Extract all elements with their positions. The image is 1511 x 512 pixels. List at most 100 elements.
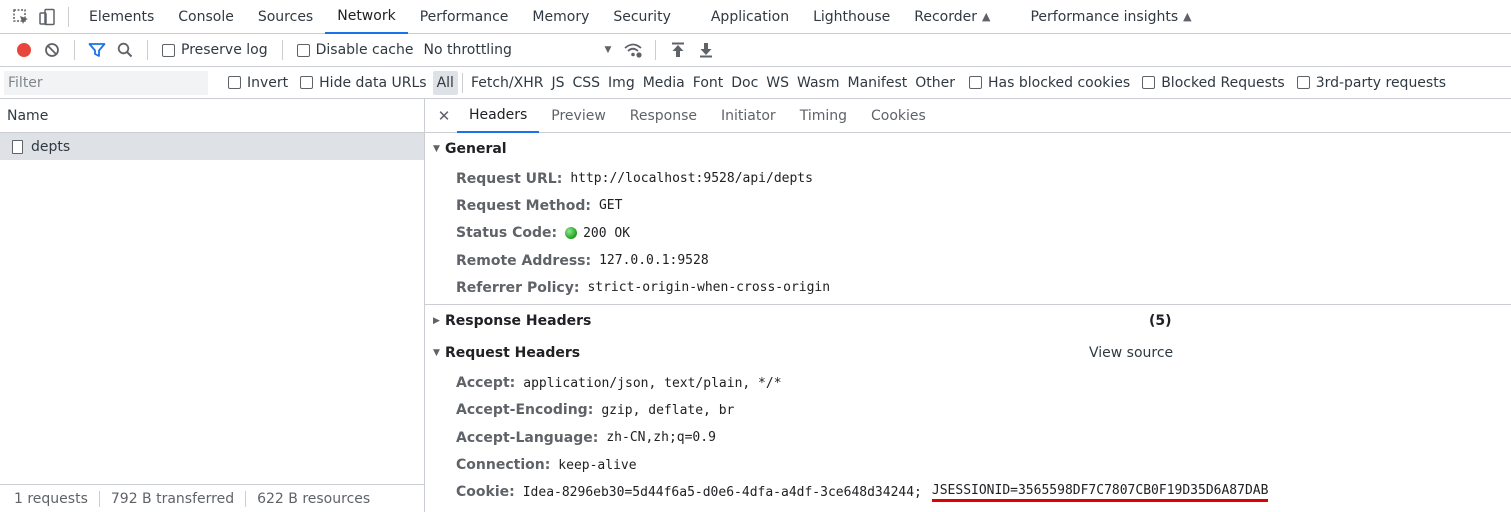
- third-party-requests-checkbox[interactable]: 3rd-party requests: [1296, 74, 1447, 91]
- detail-tab-bar: ✕ Headers Preview Response Initiator Tim…: [425, 99, 1511, 133]
- filter-icon[interactable]: [83, 36, 111, 64]
- checkbox-box: [296, 43, 310, 57]
- header-key: Status Code:: [456, 225, 558, 242]
- filter-type-css[interactable]: CSS: [568, 71, 604, 95]
- cookie-value: Idea-8296eb30=5d44f6a5-d0e6-4dfa-a4df-3c…: [522, 484, 922, 500]
- tab-timing[interactable]: Timing: [788, 99, 859, 133]
- search-icon[interactable]: [111, 36, 139, 64]
- status-separator: [98, 490, 100, 507]
- hide-data-urls-checkbox[interactable]: Hide data URLs: [300, 75, 427, 91]
- checkbox-box: [300, 76, 314, 89]
- tab-headers[interactable]: Headers: [457, 99, 540, 133]
- tab-performance[interactable]: Performance: [408, 0, 521, 34]
- filter-type-fetch-xhr[interactable]: Fetch/XHR: [467, 71, 548, 95]
- filter-input[interactable]: [4, 70, 208, 95]
- response-headers-section-header[interactable]: ▶ Response Headers (5): [425, 305, 1511, 337]
- tab-security[interactable]: Security: [601, 0, 683, 34]
- import-har-icon[interactable]: [664, 36, 692, 64]
- toolbar-separator: [281, 40, 283, 60]
- request-header-row: Connection: keep-alive: [425, 451, 1511, 478]
- header-value: keep-alive: [558, 457, 637, 473]
- tab-recorder[interactable]: Recorder ▲: [902, 0, 1002, 34]
- filter-type-wasm[interactable]: Wasm: [793, 71, 843, 95]
- triangle-down-icon: ▼: [433, 348, 440, 359]
- export-har-icon[interactable]: [692, 36, 720, 64]
- tab-elements[interactable]: Elements: [77, 0, 166, 34]
- toolbar-separator: [655, 40, 657, 60]
- general-row: Referrer Policy: strict-origin-when-cross…: [425, 274, 1511, 301]
- header-value: GET: [598, 198, 623, 214]
- tab-performance-insights-label: Performance insights: [1030, 8, 1179, 25]
- cookie-header-row: Cookie: Idea-8296eb30=5d44f6a5-d0e6-4dfa…: [425, 479, 1511, 506]
- chevron-down-icon: ▼: [604, 45, 612, 55]
- header-key: Accept-Encoding:: [456, 402, 594, 419]
- request-headers-title: Request Headers: [445, 345, 581, 362]
- response-headers-title: Response Headers: [445, 313, 592, 330]
- filter-type-media[interactable]: Media: [639, 71, 689, 95]
- request-header-row: Accept-Encoding: gzip, deflate, br: [425, 397, 1511, 424]
- request-headers-section-header[interactable]: ▼ Request Headers View source: [425, 337, 1511, 369]
- has-blocked-cookies-label: Has blocked cookies: [988, 74, 1131, 91]
- tab-recorder-label: Recorder: [914, 8, 978, 25]
- triangle-down-icon: ▼: [433, 144, 440, 154]
- checkbox-box: [162, 43, 175, 57]
- network-conditions-icon[interactable]: [619, 36, 647, 64]
- tab-response[interactable]: Response: [618, 99, 709, 133]
- resources-size: 622 B resources: [257, 490, 371, 507]
- checkbox-box: [228, 76, 241, 89]
- tab-performance-insights[interactable]: Performance insights ▲: [1018, 0, 1203, 34]
- name-column-header[interactable]: Name: [0, 99, 424, 133]
- tab-sources[interactable]: Sources: [246, 0, 325, 34]
- device-toolbar-icon[interactable]: [34, 0, 60, 34]
- general-title: General: [445, 141, 507, 157]
- status-ok-icon: [565, 227, 578, 240]
- filter-type-font[interactable]: Font: [689, 71, 727, 95]
- filter-type-img[interactable]: Img: [604, 71, 639, 95]
- preserve-log-label: Preserve log: [181, 42, 268, 58]
- close-icon[interactable]: ✕: [433, 99, 455, 133]
- tab-preview[interactable]: Preview: [539, 99, 618, 133]
- view-source-link[interactable]: View source: [1089, 345, 1173, 361]
- network-toolbar: Preserve log Disable cache No throttling…: [0, 34, 1511, 67]
- tab-lighthouse[interactable]: Lighthouse: [801, 0, 902, 34]
- filter-type-doc[interactable]: Doc: [727, 71, 762, 95]
- tab-initiator[interactable]: Initiator: [709, 99, 788, 133]
- third-party-requests-label: 3rd-party requests: [1315, 74, 1447, 91]
- request-row[interactable]: depts: [0, 133, 424, 160]
- header-key: Cookie:: [456, 484, 515, 501]
- filter-type-all[interactable]: All: [432, 70, 458, 95]
- header-value: 200 OK: [583, 225, 631, 241]
- blocked-requests-checkbox[interactable]: Blocked Requests: [1142, 75, 1285, 91]
- toolbar-separator: [74, 40, 75, 60]
- checkbox-box: [1142, 76, 1156, 89]
- filter-type-js[interactable]: JS: [547, 71, 568, 95]
- filter-type-manifest[interactable]: Manifest: [844, 71, 912, 95]
- inspect-element-icon[interactable]: [8, 0, 34, 34]
- disable-cache-checkbox[interactable]: Disable cache: [296, 42, 414, 58]
- disable-cache-label: Disable cache: [315, 42, 414, 58]
- tab-cookies[interactable]: Cookies: [859, 99, 938, 133]
- header-key: Accept:: [456, 375, 516, 392]
- filter-type-ws[interactable]: WS: [762, 71, 793, 95]
- general-section-header[interactable]: ▼ General: [425, 133, 1511, 165]
- preserve-log-checkbox[interactable]: Preserve log: [162, 42, 268, 58]
- filter-type-other[interactable]: Other: [911, 71, 959, 95]
- clear-icon[interactable]: [38, 36, 66, 64]
- invert-label: Invert: [247, 74, 289, 91]
- header-key: Accept-Language:: [456, 429, 599, 446]
- response-headers-count: (5): [1149, 313, 1172, 330]
- header-value: strict-origin-when-cross-origin: [587, 280, 831, 296]
- header-value: gzip, deflate, br: [601, 402, 735, 418]
- throttling-select[interactable]: No throttling ▼: [419, 42, 615, 58]
- tab-console[interactable]: Console: [166, 0, 246, 34]
- has-blocked-cookies-checkbox[interactable]: Has blocked cookies: [969, 75, 1130, 91]
- header-value: http://localhost:9528/api/depts: [570, 171, 813, 187]
- record-icon[interactable]: [10, 36, 38, 64]
- tab-memory[interactable]: Memory: [520, 0, 601, 34]
- devtools-tab-bar: Elements Console Sources Network Perform…: [0, 0, 1511, 34]
- invert-checkbox[interactable]: Invert: [228, 75, 288, 91]
- header-key: Request Method:: [456, 197, 591, 214]
- header-value: application/json, text/plain, */*: [523, 375, 782, 391]
- tab-application[interactable]: Application: [699, 0, 801, 34]
- tab-network[interactable]: Network: [325, 0, 408, 34]
